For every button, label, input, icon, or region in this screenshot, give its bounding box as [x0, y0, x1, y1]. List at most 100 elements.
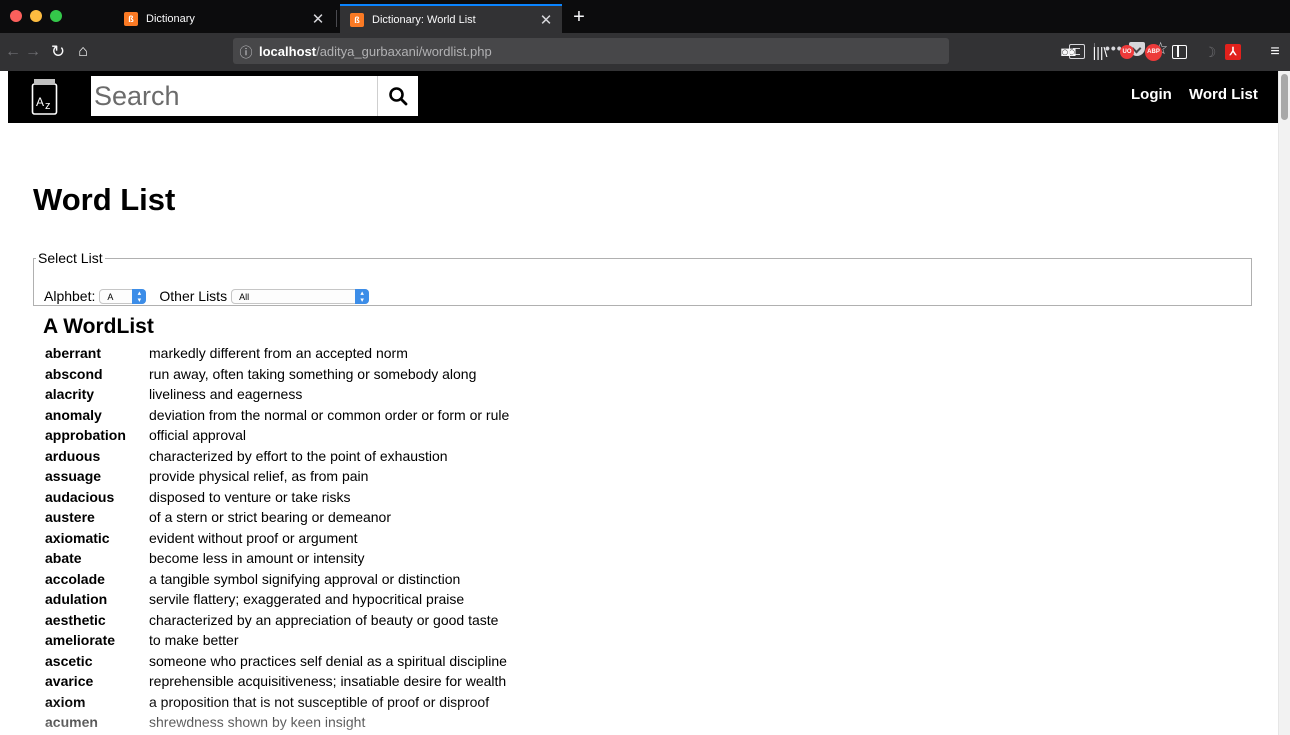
tab-title: Dictionary: World List: [372, 13, 476, 26]
word-row: ameliorate to make better: [43, 630, 509, 651]
reload-icon[interactable]: ↻: [48, 41, 68, 63]
url-path: /aditya_gurbaxani/wordlist.php: [316, 43, 492, 59]
sidebar-icon[interactable]: [1172, 45, 1187, 59]
word-definition: disposed to venture or take risks: [149, 488, 351, 505]
page-title: Word List: [33, 182, 176, 217]
hamburger-menu-icon[interactable]: ≡: [1265, 42, 1285, 62]
search-input[interactable]: [91, 76, 377, 116]
xampp-icon: ß: [350, 12, 364, 27]
other-lists-select-value: All: [239, 291, 250, 302]
word-term: ascetic: [45, 652, 93, 669]
word-definition: characterized by an appreciation of beau…: [149, 611, 499, 628]
other-lists-label: Other Lists: [159, 288, 228, 304]
word-row: axiom a proposition that is not susceptib…: [43, 692, 509, 713]
word-row: austere of a stern or strict bearing or d…: [43, 507, 509, 528]
word-row: ascetic someone who practices self denial…: [43, 651, 509, 672]
word-term: acumen: [45, 714, 98, 730]
word-term: audacious: [45, 488, 115, 505]
word-term: abate: [45, 550, 82, 566]
url-host: localhost: [259, 43, 317, 59]
word-row: arduous characterized by effort to the po…: [43, 446, 509, 467]
word-definition: characterized by effort to the point of …: [149, 447, 448, 464]
word-definition: markedly different from an accepted norm: [149, 345, 408, 361]
tab-dictionary[interactable]: ß Dictionary ✕: [112, 4, 334, 33]
alphabet-label: Alphbet:: [44, 288, 96, 304]
search-button[interactable]: [377, 76, 418, 116]
close-icon[interactable]: ✕: [310, 10, 326, 28]
word-term: avarice: [45, 673, 94, 689]
scrollbar-thumb[interactable]: [1281, 74, 1288, 120]
word-row: axiomatic evident without proof or argume…: [43, 528, 509, 549]
word-term: axiomatic: [45, 529, 110, 546]
word-row: abate become less in amount or intensity: [43, 548, 509, 569]
word-term: arduous: [45, 447, 101, 464]
address-bar[interactable]: ⓘ localhost/aditya_gurbaxani/wordlist.ph…: [233, 38, 1168, 64]
tab-dictionary-word-list[interactable]: ß Dictionary: World List ✕: [340, 4, 562, 33]
reading-glasses-icon[interactable]: ◙◙: [1056, 42, 1080, 62]
word-definition: official approval: [149, 427, 247, 443]
login-link[interactable]: Login: [1131, 86, 1172, 103]
word-term: austere: [45, 509, 95, 525]
word-row: assuage provide physical relief, as from …: [43, 466, 509, 487]
home-icon[interactable]: ⌂: [73, 41, 93, 63]
adblock-plus-icon[interactable]: ABP: [1145, 44, 1162, 61]
forward-icon[interactable]: →: [23, 41, 43, 63]
window-close-button[interactable]: [10, 10, 22, 22]
word-list-link[interactable]: Word List: [1189, 86, 1258, 103]
word-row: approbation official approval: [43, 425, 509, 446]
site-header: A z Login Word List: [8, 71, 1278, 123]
alphabet-select[interactable]: A ▴ ▾: [99, 288, 147, 304]
word-row: aberrant markedly different from an accep…: [43, 343, 509, 364]
close-icon[interactable]: ✕: [538, 11, 554, 29]
select-list-legend: Select List: [38, 250, 103, 266]
info-icon[interactable]: ⓘ: [233, 42, 259, 61]
extension-icon[interactable]: ☽: [1201, 42, 1219, 62]
new-tab-button[interactable]: +: [568, 3, 590, 31]
word-row: acumen shrewdness shown by keen insight: [43, 712, 509, 733]
word-term: ameliorate: [45, 632, 116, 648]
word-definition: provide physical relief, as from pain: [149, 468, 369, 484]
word-definition: of a stern or strict bearing or demeanor: [149, 509, 392, 525]
svg-text:A: A: [36, 95, 44, 109]
ublock-icon[interactable]: UO: [1120, 45, 1134, 59]
back-icon[interactable]: ←: [3, 41, 23, 63]
pdf-icon[interactable]: ⅄: [1225, 44, 1241, 60]
word-definition: to make better: [149, 632, 239, 648]
alphabet-select-value: A: [107, 291, 114, 302]
xampp-icon: ß: [124, 11, 138, 26]
word-term: alacrity: [45, 386, 95, 402]
word-row: alacrity liveliness and eagerness: [43, 384, 509, 405]
word-definition: someone who practices self denial as a s…: [149, 652, 507, 669]
wordlist-heading: A WordList: [43, 315, 154, 338]
other-lists-select[interactable]: All ▴ ▾: [231, 288, 370, 304]
word-term: aesthetic: [45, 611, 106, 628]
word-row: avarice reprehensible acquisitiveness; in…: [43, 671, 509, 692]
word-row: adulation servile flattery; exaggerated a…: [43, 589, 509, 610]
word-term: assuage: [45, 468, 102, 484]
tab-title: Dictionary: [146, 12, 195, 25]
window-zoom-button[interactable]: [50, 10, 62, 22]
word-term: aberrant: [45, 345, 102, 361]
word-term: anomaly: [45, 406, 102, 423]
browser-nav-bar: ← → ↻ ⌂ ⓘ localhost/aditya_gurbaxani/wor…: [0, 33, 1290, 71]
word-term: axiom: [45, 693, 86, 710]
word-table: aberrant markedly different from an accep…: [43, 343, 509, 733]
word-term: abscond: [45, 365, 103, 382]
word-definition: run away, often taking something or some…: [149, 365, 477, 382]
filter-row: Alphbet: A ▴ ▾ Other Lists All ▴ ▾: [44, 288, 370, 304]
window-minimize-button[interactable]: [30, 10, 42, 22]
word-definition: become less in amount or intensity: [149, 550, 365, 566]
word-definition: liveliness and eagerness: [149, 386, 303, 402]
word-term: approbation: [45, 427, 126, 443]
word-definition: a proposition that is not susceptible of…: [149, 693, 490, 710]
dictionary-logo-icon[interactable]: A z: [31, 76, 58, 116]
word-row: audacious disposed to venture or take ris…: [43, 487, 509, 508]
page-scrollbar[interactable]: [1278, 71, 1290, 735]
word-term: adulation: [45, 591, 108, 607]
library-icon[interactable]: |||\: [1089, 42, 1111, 62]
word-definition: shrewdness shown by keen insight: [149, 714, 366, 730]
word-definition: evident without proof or argument: [149, 529, 358, 546]
tab-divider: [336, 10, 337, 27]
word-definition: servile flattery; exaggerated and hypocr…: [149, 591, 465, 607]
svg-text:z: z: [45, 100, 51, 112]
